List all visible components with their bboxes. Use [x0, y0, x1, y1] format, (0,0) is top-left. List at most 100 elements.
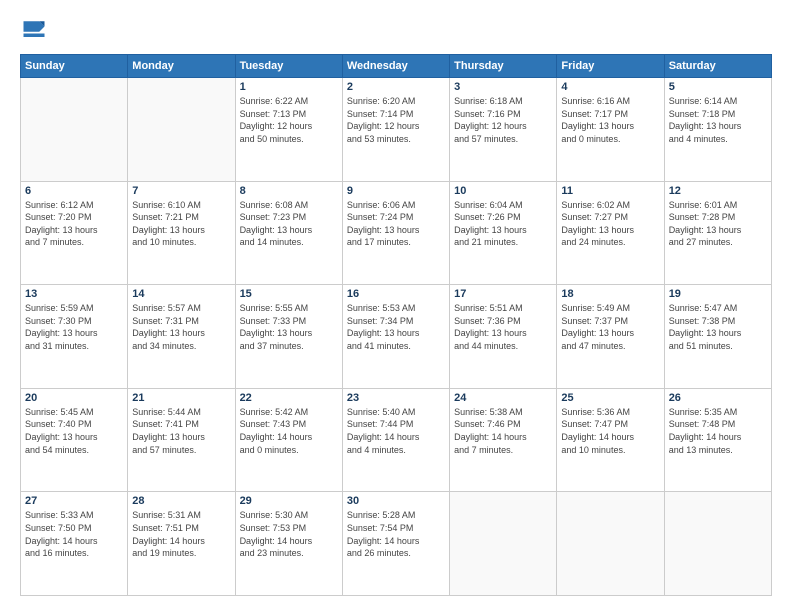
day-number: 16 [347, 288, 445, 300]
day-number: 1 [240, 81, 338, 93]
day-info: Sunrise: 5:53 AM Sunset: 7:34 PM Dayligh… [347, 302, 445, 352]
day-info: Sunrise: 5:35 AM Sunset: 7:48 PM Dayligh… [669, 406, 767, 456]
day-info: Sunrise: 5:28 AM Sunset: 7:54 PM Dayligh… [347, 509, 445, 559]
day-number: 4 [561, 81, 659, 93]
calendar-cell: 18 Sunrise: 5:49 AM Sunset: 7:37 PM Dayli… [557, 285, 664, 389]
day-info: Sunrise: 5:40 AM Sunset: 7:44 PM Dayligh… [347, 406, 445, 456]
calendar-cell: 30 Sunrise: 5:28 AM Sunset: 7:54 PM Dayli… [342, 492, 449, 596]
calendar-cell: 25 Sunrise: 5:36 AM Sunset: 7:47 PM Dayli… [557, 388, 664, 492]
day-number: 13 [25, 288, 123, 300]
day-info: Sunrise: 6:18 AM Sunset: 7:16 PM Dayligh… [454, 95, 552, 145]
day-info: Sunrise: 5:51 AM Sunset: 7:36 PM Dayligh… [454, 302, 552, 352]
day-number: 26 [669, 392, 767, 404]
calendar-cell: 5 Sunrise: 6:14 AM Sunset: 7:18 PM Daylig… [664, 78, 771, 182]
day-info: Sunrise: 6:22 AM Sunset: 7:13 PM Dayligh… [240, 95, 338, 145]
day-info: Sunrise: 5:31 AM Sunset: 7:51 PM Dayligh… [132, 509, 230, 559]
day-info: Sunrise: 6:14 AM Sunset: 7:18 PM Dayligh… [669, 95, 767, 145]
calendar-row-5: 27 Sunrise: 5:33 AM Sunset: 7:50 PM Dayli… [21, 492, 772, 596]
day-number: 19 [669, 288, 767, 300]
day-number: 23 [347, 392, 445, 404]
weekday-header-saturday: Saturday [664, 55, 771, 78]
day-number: 21 [132, 392, 230, 404]
calendar-cell: 17 Sunrise: 5:51 AM Sunset: 7:36 PM Dayli… [450, 285, 557, 389]
day-info: Sunrise: 5:45 AM Sunset: 7:40 PM Dayligh… [25, 406, 123, 456]
header [20, 16, 772, 44]
day-number: 8 [240, 185, 338, 197]
page: SundayMondayTuesdayWednesdayThursdayFrid… [0, 0, 792, 612]
day-info: Sunrise: 5:38 AM Sunset: 7:46 PM Dayligh… [454, 406, 552, 456]
day-number: 2 [347, 81, 445, 93]
calendar-cell: 4 Sunrise: 6:16 AM Sunset: 7:17 PM Daylig… [557, 78, 664, 182]
calendar-row-4: 20 Sunrise: 5:45 AM Sunset: 7:40 PM Dayli… [21, 388, 772, 492]
day-info: Sunrise: 5:55 AM Sunset: 7:33 PM Dayligh… [240, 302, 338, 352]
calendar-cell: 26 Sunrise: 5:35 AM Sunset: 7:48 PM Dayli… [664, 388, 771, 492]
day-info: Sunrise: 5:33 AM Sunset: 7:50 PM Dayligh… [25, 509, 123, 559]
calendar-cell: 2 Sunrise: 6:20 AM Sunset: 7:14 PM Daylig… [342, 78, 449, 182]
weekday-header-monday: Monday [128, 55, 235, 78]
calendar-cell: 9Sunrise: 6:06 AM Sunset: 7:24 PM Daylig… [342, 181, 449, 285]
calendar-cell: 15 Sunrise: 5:55 AM Sunset: 7:33 PM Dayli… [235, 285, 342, 389]
day-number: 17 [454, 288, 552, 300]
day-number: 30 [347, 495, 445, 507]
calendar-cell: 19Sunrise: 5:47 AM Sunset: 7:38 PM Dayli… [664, 285, 771, 389]
weekday-header-tuesday: Tuesday [235, 55, 342, 78]
day-number: 29 [240, 495, 338, 507]
calendar-row-3: 13Sunrise: 5:59 AM Sunset: 7:30 PM Dayli… [21, 285, 772, 389]
calendar-cell [557, 492, 664, 596]
weekday-header-row: SundayMondayTuesdayWednesdayThursdayFrid… [21, 55, 772, 78]
calendar-cell: 21 Sunrise: 5:44 AM Sunset: 7:41 PM Dayli… [128, 388, 235, 492]
day-info: Sunrise: 5:30 AM Sunset: 7:53 PM Dayligh… [240, 509, 338, 559]
calendar-cell: 7Sunrise: 6:10 AM Sunset: 7:21 PM Daylig… [128, 181, 235, 285]
day-number: 15 [240, 288, 338, 300]
day-info: Sunrise: 6:02 AM Sunset: 7:27 PM Dayligh… [561, 199, 659, 249]
day-info: Sunrise: 5:36 AM Sunset: 7:47 PM Dayligh… [561, 406, 659, 456]
day-number: 10 [454, 185, 552, 197]
calendar-cell: 28 Sunrise: 5:31 AM Sunset: 7:51 PM Dayli… [128, 492, 235, 596]
day-info: Sunrise: 5:44 AM Sunset: 7:41 PM Dayligh… [132, 406, 230, 456]
calendar-cell: 6 Sunrise: 6:12 AM Sunset: 7:20 PM Daylig… [21, 181, 128, 285]
day-number: 28 [132, 495, 230, 507]
day-number: 6 [25, 185, 123, 197]
calendar-row-2: 6 Sunrise: 6:12 AM Sunset: 7:20 PM Daylig… [21, 181, 772, 285]
day-number: 20 [25, 392, 123, 404]
day-info: Sunrise: 6:06 AM Sunset: 7:24 PM Dayligh… [347, 199, 445, 249]
day-info: Sunrise: 6:12 AM Sunset: 7:20 PM Dayligh… [25, 199, 123, 249]
day-number: 22 [240, 392, 338, 404]
calendar-cell [128, 78, 235, 182]
day-info: Sunrise: 5:57 AM Sunset: 7:31 PM Dayligh… [132, 302, 230, 352]
calendar-cell: 24Sunrise: 5:38 AM Sunset: 7:46 PM Dayli… [450, 388, 557, 492]
day-info: Sunrise: 6:20 AM Sunset: 7:14 PM Dayligh… [347, 95, 445, 145]
calendar-cell: 27 Sunrise: 5:33 AM Sunset: 7:50 PM Dayli… [21, 492, 128, 596]
day-number: 25 [561, 392, 659, 404]
calendar-cell: 20 Sunrise: 5:45 AM Sunset: 7:40 PM Dayli… [21, 388, 128, 492]
day-info: Sunrise: 6:04 AM Sunset: 7:26 PM Dayligh… [454, 199, 552, 249]
weekday-header-friday: Friday [557, 55, 664, 78]
calendar-cell: 12Sunrise: 6:01 AM Sunset: 7:28 PM Dayli… [664, 181, 771, 285]
weekday-header-thursday: Thursday [450, 55, 557, 78]
calendar-cell [664, 492, 771, 596]
calendar: SundayMondayTuesdayWednesdayThursdayFrid… [20, 54, 772, 596]
calendar-cell: 1 Sunrise: 6:22 AM Sunset: 7:13 PM Daylig… [235, 78, 342, 182]
logo [20, 16, 52, 44]
day-number: 14 [132, 288, 230, 300]
calendar-row-1: 1 Sunrise: 6:22 AM Sunset: 7:13 PM Daylig… [21, 78, 772, 182]
calendar-cell: 22 Sunrise: 5:42 AM Sunset: 7:43 PM Dayli… [235, 388, 342, 492]
calendar-cell [21, 78, 128, 182]
day-info: Sunrise: 5:49 AM Sunset: 7:37 PM Dayligh… [561, 302, 659, 352]
day-info: Sunrise: 5:42 AM Sunset: 7:43 PM Dayligh… [240, 406, 338, 456]
calendar-cell: 8Sunrise: 6:08 AM Sunset: 7:23 PM Daylig… [235, 181, 342, 285]
calendar-cell: 3Sunrise: 6:18 AM Sunset: 7:16 PM Daylig… [450, 78, 557, 182]
calendar-cell: 23 Sunrise: 5:40 AM Sunset: 7:44 PM Dayli… [342, 388, 449, 492]
day-info: Sunrise: 6:16 AM Sunset: 7:17 PM Dayligh… [561, 95, 659, 145]
calendar-cell: 29 Sunrise: 5:30 AM Sunset: 7:53 PM Dayli… [235, 492, 342, 596]
day-number: 12 [669, 185, 767, 197]
calendar-cell: 11Sunrise: 6:02 AM Sunset: 7:27 PM Dayli… [557, 181, 664, 285]
day-number: 18 [561, 288, 659, 300]
calendar-cell: 16 Sunrise: 5:53 AM Sunset: 7:34 PM Dayli… [342, 285, 449, 389]
day-number: 7 [132, 185, 230, 197]
day-number: 27 [25, 495, 123, 507]
weekday-header-sunday: Sunday [21, 55, 128, 78]
calendar-cell: 13Sunrise: 5:59 AM Sunset: 7:30 PM Dayli… [21, 285, 128, 389]
weekday-header-wednesday: Wednesday [342, 55, 449, 78]
day-number: 5 [669, 81, 767, 93]
